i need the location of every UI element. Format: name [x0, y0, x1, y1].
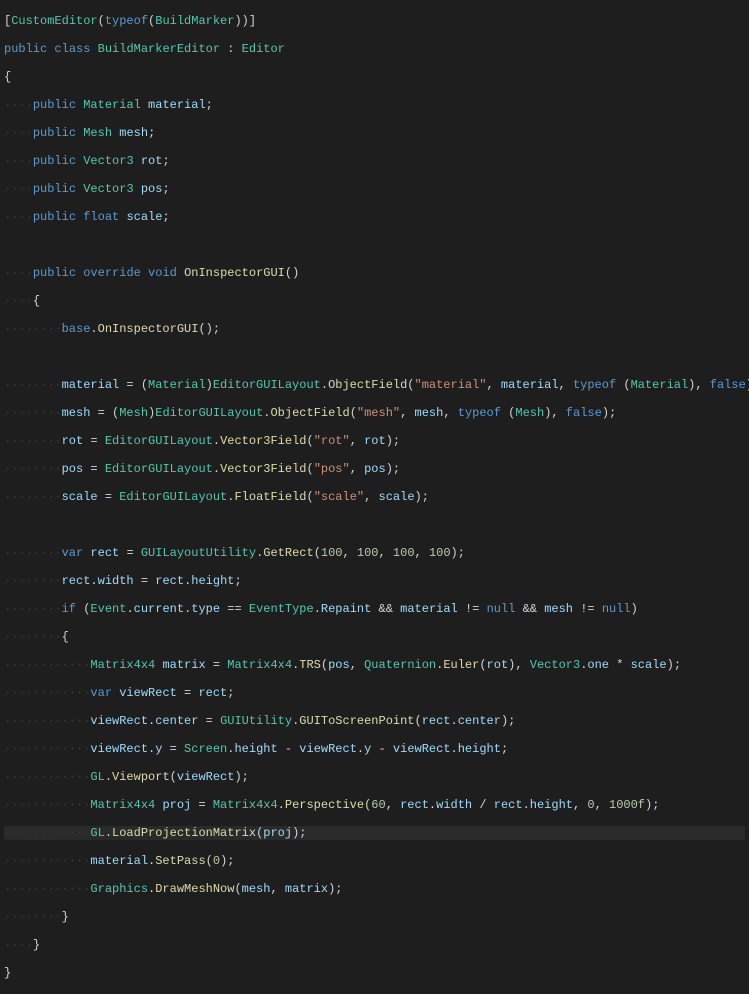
- code-line: ············Matrix4x4 matrix = Matrix4x4…: [4, 658, 745, 672]
- code-line: [4, 350, 745, 364]
- code-line: ····public Material material;: [4, 98, 745, 112]
- code-line: ············var viewRect = rect;: [4, 686, 745, 700]
- code-line: }: [4, 966, 745, 980]
- code-line: ········base.OnInspectorGUI();: [4, 322, 745, 336]
- code-line: ········{: [4, 630, 745, 644]
- code-line: [CustomEditor(typeof(BuildMarker))]: [4, 14, 745, 28]
- code-line: ····}: [4, 938, 745, 952]
- code-line: ····public override void OnInspectorGUI(…: [4, 266, 745, 280]
- code-line: ········mesh = (Mesh)EditorGUILayout.Obj…: [4, 406, 745, 420]
- code-line-current: ············GL.LoadProjectionMatrix(proj…: [4, 826, 745, 840]
- code-line: ········scale = EditorGUILayout.FloatFie…: [4, 490, 745, 504]
- code-line: ············Graphics.DrawMeshNow(mesh, m…: [4, 882, 745, 896]
- code-line: ········rect.width = rect.height;: [4, 574, 745, 588]
- code-editor[interactable]: [CustomEditor(typeof(BuildMarker))] publ…: [0, 0, 749, 994]
- code-line: ····public Vector3 pos;: [4, 182, 745, 196]
- code-line: {: [4, 70, 745, 84]
- code-line: public class BuildMarkerEditor : Editor: [4, 42, 745, 56]
- code-line: ········rot = EditorGUILayout.Vector3Fie…: [4, 434, 745, 448]
- code-line: ············Matrix4x4 proj = Matrix4x4.P…: [4, 798, 745, 812]
- code-line: ········material = (Material)EditorGUILa…: [4, 378, 745, 392]
- code-line: ············viewRect.center = GUIUtility…: [4, 714, 745, 728]
- code-line: ········pos = EditorGUILayout.Vector3Fie…: [4, 462, 745, 476]
- code-line: ············viewRect.y = Screen.height -…: [4, 742, 745, 756]
- code-line: ············material.SetPass(0);: [4, 854, 745, 868]
- code-line: ········var rect = GUILayoutUtility.GetR…: [4, 546, 745, 560]
- code-line: ········}: [4, 910, 745, 924]
- code-line: ····public Mesh mesh;: [4, 126, 745, 140]
- code-line: ····public float scale;: [4, 210, 745, 224]
- code-line: ············GL.Viewport(viewRect);: [4, 770, 745, 784]
- code-line: ····{: [4, 294, 745, 308]
- code-line: ····public Vector3 rot;: [4, 154, 745, 168]
- code-line: [4, 238, 745, 252]
- code-line: [4, 518, 745, 532]
- code-line: ········if (Event.current.type == EventT…: [4, 602, 745, 616]
